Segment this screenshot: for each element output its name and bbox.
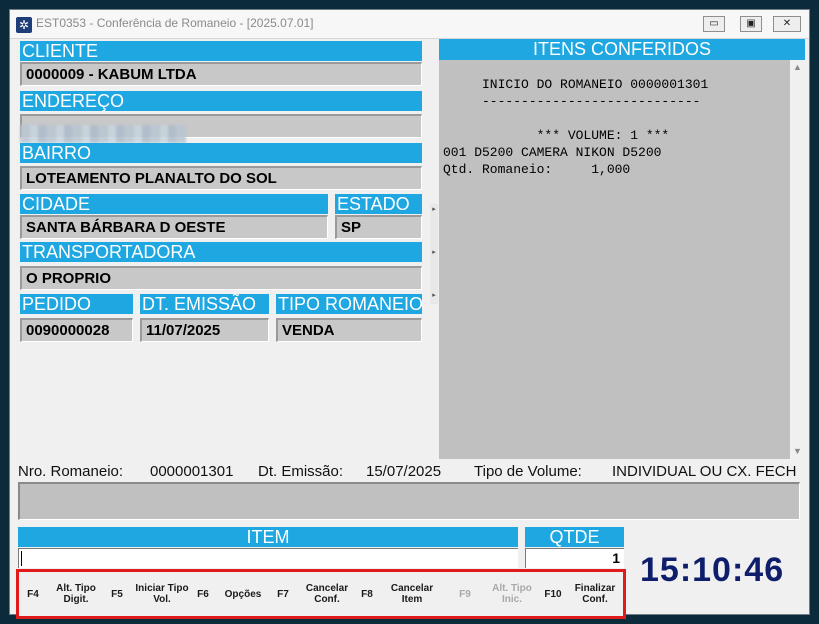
dt-emissao-field[interactable]: 11/07/2025 (140, 318, 269, 342)
cidade-label: CIDADE (20, 194, 328, 214)
itens-conferidos-text: INICIO DO ROMANEIO 0000001301 ----------… (443, 77, 709, 177)
item-label: ITEM (18, 527, 518, 547)
qtde-input[interactable]: 1 (525, 548, 624, 568)
redacted-address (20, 125, 186, 143)
f7-key-label: F7 (277, 588, 289, 600)
function-key-bar: F4 Alt. Tipo Digit. F5 Iniciar Tipo Vol.… (16, 569, 626, 619)
f6-key-label: F6 (197, 588, 209, 600)
header-panel: CLIENTE 0000009 - KABUM LTDA ENDEREÇO BA… (12, 39, 430, 459)
app-window: ✲ EST0353 - Conferência de Romaneio - [2… (9, 9, 810, 619)
f10-key-label: F10 (544, 588, 562, 600)
minimize-button[interactable]: ▭ (703, 16, 725, 32)
arrow-mid-icon: ▸ (432, 249, 436, 256)
f9-key-label: F9 (459, 588, 471, 600)
cliente-field[interactable]: 0000009 - KABUM LTDA (20, 62, 422, 86)
iniciar-tipo-vol-button[interactable]: Iniciar Tipo Vol. (131, 572, 193, 616)
tipo-volume-label: Tipo de Volume: (474, 463, 582, 480)
itens-conferidos-list[interactable]: INICIO DO ROMANEIO 0000001301 ----------… (439, 60, 790, 459)
finalizar-conf-button[interactable]: Finalizar Conf. (569, 572, 621, 616)
nro-romaneio-value: 0000001301 (150, 463, 234, 480)
tipo-volume-value: INDIVIDUAL OU CX. FECH (612, 463, 797, 480)
f5-key-label: F5 (111, 588, 123, 600)
text-caret (21, 551, 22, 566)
cidade-field[interactable]: SANTA BÁRBARA D OESTE (20, 215, 328, 239)
dt-emissao-info-label: Dt. Emissão: (258, 463, 344, 480)
clock-display: 15:10:46 (640, 551, 785, 589)
nro-romaneio-label: Nro. Romaneio: (18, 463, 124, 480)
alt-tipo-inic-button[interactable]: Alt. Tipo Inic. (481, 572, 543, 616)
endereco-label: ENDEREÇO (20, 91, 422, 111)
bairro-field[interactable]: LOTEAMENTO PLANALTO DO SOL (20, 166, 422, 190)
tipo-romaneio-field[interactable]: VENDA (276, 318, 422, 342)
pedido-label: PEDIDO (20, 294, 133, 314)
f8-key-label: F8 (361, 588, 373, 600)
message-box (18, 482, 800, 520)
itens-scrollbar[interactable]: ▲ ▼ (790, 60, 805, 459)
bairro-label: BAIRRO (20, 143, 422, 163)
maximize-button[interactable]: ▣ (740, 16, 762, 32)
transportadora-field[interactable]: O PROPRIO (20, 266, 422, 290)
app-logo-icon: ✲ (16, 17, 32, 33)
cancelar-conf-button[interactable]: Cancelar Conf. (301, 572, 353, 616)
dt-emissao-info-value: 15/07/2025 (366, 463, 442, 480)
arrow-down-icon: ▸ (432, 292, 436, 299)
alt-tipo-digit-button[interactable]: Alt. Tipo Digit. (47, 572, 105, 616)
estado-field[interactable]: SP (335, 215, 422, 239)
opcoes-button[interactable]: Opções (217, 572, 269, 616)
cliente-label: CLIENTE (20, 41, 422, 61)
arrow-up-icon: ▸ (432, 206, 436, 213)
transportadora-label: TRANSPORTADORA (20, 242, 422, 262)
window-title: EST0353 - Conferência de Romaneio - [202… (36, 16, 314, 30)
pedido-field[interactable]: 0090000028 (20, 318, 133, 342)
cancelar-item-button[interactable]: Cancelar Item (385, 572, 439, 616)
estado-label: ESTADO (335, 194, 422, 214)
itens-conferidos-header: ITENS CONFERIDOS (439, 39, 805, 60)
client-area: CLIENTE 0000009 - KABUM LTDA ENDEREÇO BA… (12, 39, 807, 619)
close-button[interactable]: ✕ (773, 16, 801, 32)
qtde-label: QTDE (525, 527, 624, 547)
scroll-up-icon[interactable]: ▲ (790, 60, 805, 75)
dt-emissao-label: DT. EMISSÃO (140, 294, 269, 314)
f4-key-label: F4 (27, 588, 39, 600)
item-input[interactable] (18, 548, 518, 568)
tipo-romaneio-label: TIPO ROMANEIO (276, 294, 422, 314)
scroll-down-icon[interactable]: ▼ (790, 444, 805, 459)
panel-splitter[interactable]: ▸ ▸ ▸ (430, 204, 438, 304)
title-bar: ✲ EST0353 - Conferência de Romaneio - [2… (10, 10, 809, 39)
itens-conferidos-panel: ITENS CONFERIDOS INICIO DO ROMANEIO 0000… (439, 39, 806, 459)
romaneio-info-bar: Nro. Romaneio: 0000001301 Dt. Emissão: 1… (18, 463, 800, 483)
